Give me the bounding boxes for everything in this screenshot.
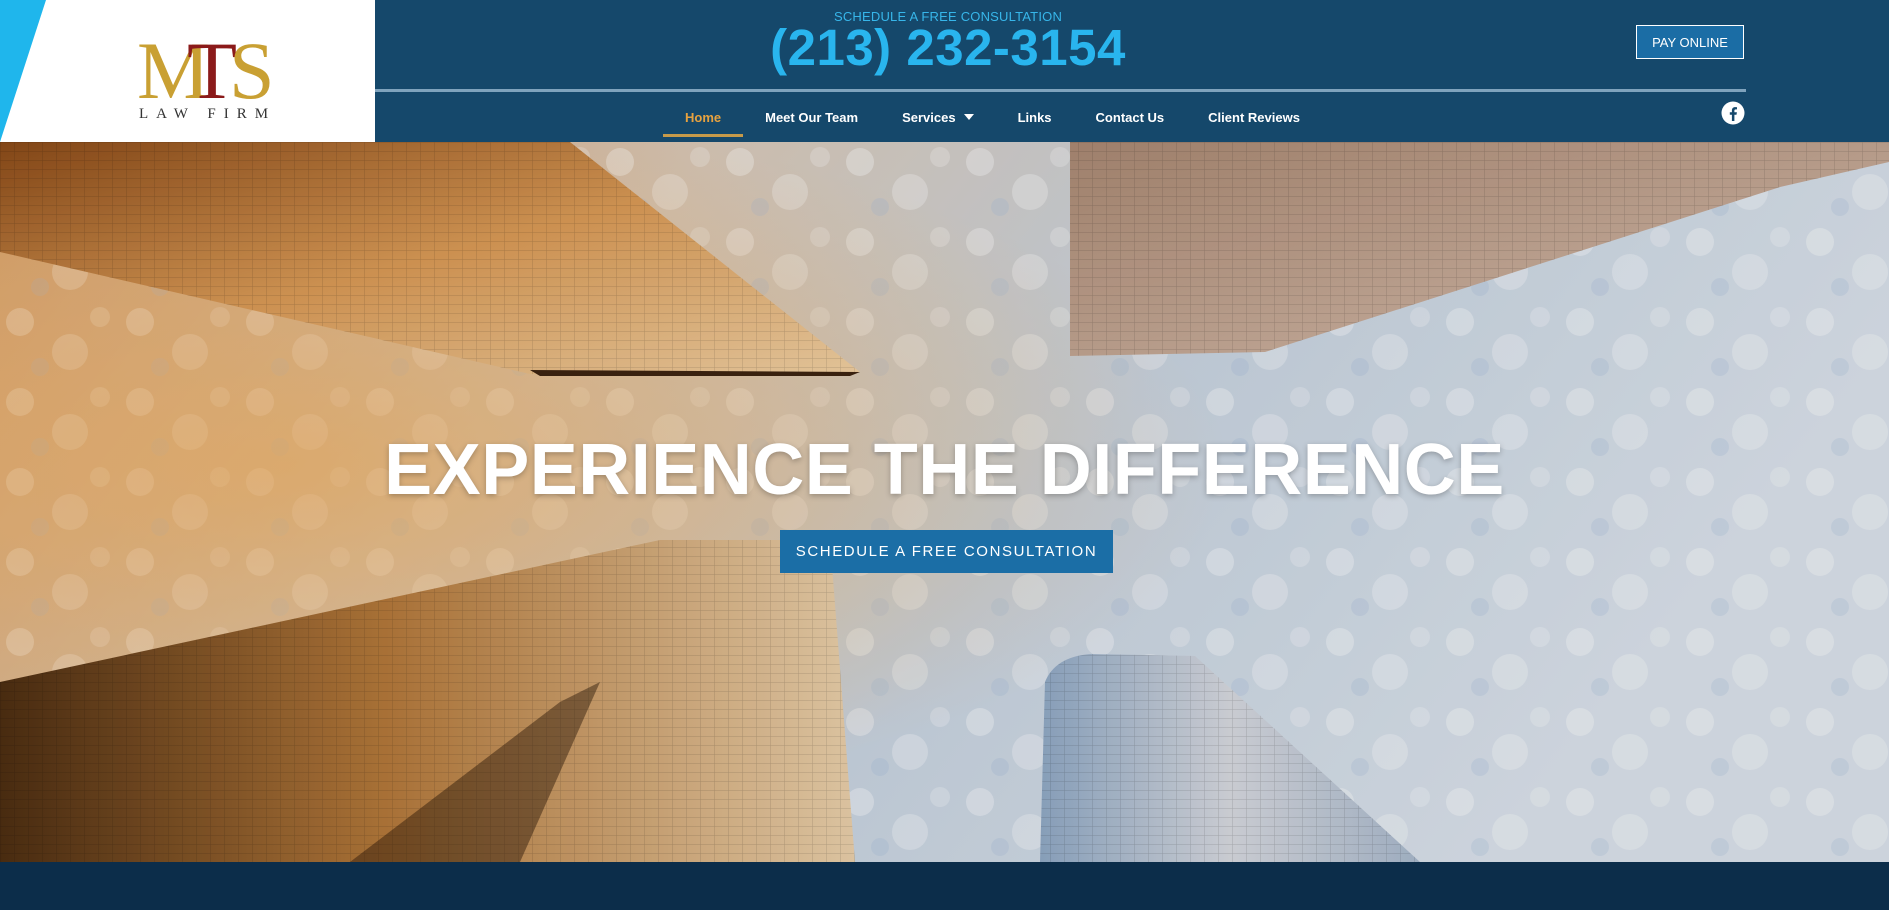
facebook-icon[interactable] [1721, 101, 1745, 125]
nav-item-meet-our-team[interactable]: Meet Our Team [743, 99, 880, 135]
logo-accent-wedge [0, 0, 46, 142]
site-header: M T S LAW FIRM SCHEDULE A FREE CONSULTAT… [0, 0, 1889, 142]
nav-item-home[interactable]: Home [663, 99, 744, 137]
logo-subtitle: LAW FIRM [139, 106, 276, 122]
main-nav: Home Meet Our Team Services Links Contac… [663, 97, 1322, 137]
hero-title: EXPERIENCE THE DIFFERENCE [384, 430, 1505, 510]
facebook-icon-svg [1721, 101, 1745, 125]
schedule-consultation-button[interactable]: SCHEDULE A FREE CONSULTATION [780, 530, 1113, 573]
nav-item-services[interactable]: Services [880, 99, 996, 135]
nav-item-links[interactable]: Links [996, 99, 1074, 135]
pay-online-button[interactable]: PAY ONLINE [1636, 25, 1744, 59]
header-divider [375, 89, 1746, 92]
mts-law-firm-logo: M T S LAW FIRM [137, 25, 276, 122]
logo-letter-s: S [229, 25, 275, 116]
logo-area: M T S LAW FIRM [0, 0, 375, 142]
nav-item-services-label: Services [902, 109, 956, 125]
site-logo[interactable]: M T S LAW FIRM [137, 22, 289, 122]
phone-number[interactable]: (213) 232-3154 [700, 18, 1196, 77]
footer-band [0, 862, 1889, 910]
nav-item-contact-us[interactable]: Contact Us [1074, 99, 1187, 135]
nav-item-client-reviews[interactable]: Client Reviews [1186, 99, 1322, 135]
chevron-down-icon [963, 114, 974, 120]
hero-section: EXPERIENCE THE DIFFERENCE SCHEDULE A FRE… [0, 142, 1889, 862]
